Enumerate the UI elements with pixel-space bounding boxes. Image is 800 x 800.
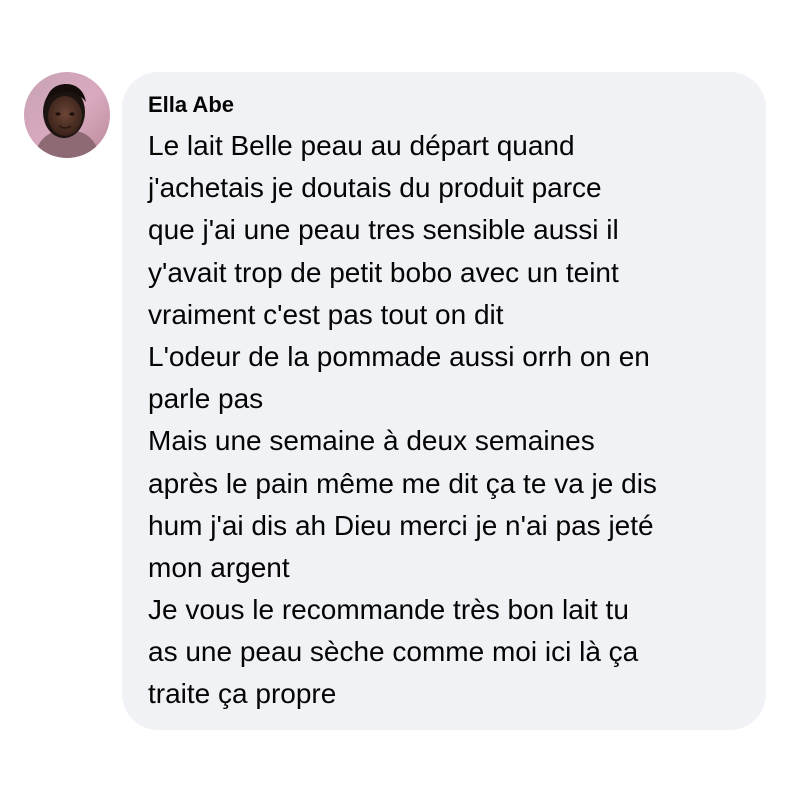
comment-text-line: après le pain même me dit ça te va je di…	[148, 467, 657, 499]
comment-text: Le lait Belle peau au départ quand j'ach…	[148, 125, 758, 716]
comment-text-line: as une peau sèche comme moi ici là ça	[148, 636, 639, 668]
user-photo-icon	[24, 72, 110, 158]
comment-text-line: j'achetais je doutais du produit parce	[148, 172, 602, 204]
comment-author-name[interactable]: Ella Abe	[148, 92, 234, 118]
comment-text-line: Le lait Belle peau au départ quand	[148, 130, 575, 161]
comment-text-line: y'avait trop de petit bobo avec un teint	[148, 256, 619, 288]
comment-view: Ella Abe Le lait Belle peau au départ qu…	[0, 0, 800, 800]
comment-text-line: parle pas	[148, 383, 264, 415]
avatar[interactable]	[24, 72, 110, 158]
comment-text-line: mon argent	[148, 551, 290, 583]
comment-text-line: vraiment c'est pas tout on dit	[148, 298, 504, 330]
comment-text-line: que j'ai une peau tres sensible aussi il	[148, 214, 619, 246]
comment-text-line: Mais une semaine à deux semaines	[148, 425, 595, 457]
comment-text-line: traite ça propre	[148, 678, 337, 710]
comment-text-line: hum j'ai dis ah Dieu merci je n'ai pas j…	[148, 509, 654, 541]
comment-text-line: L'odeur de la pommade aussi orrh on en	[148, 340, 650, 372]
comment-text-line: Je vous le recommande très bon lait tu	[148, 594, 629, 626]
